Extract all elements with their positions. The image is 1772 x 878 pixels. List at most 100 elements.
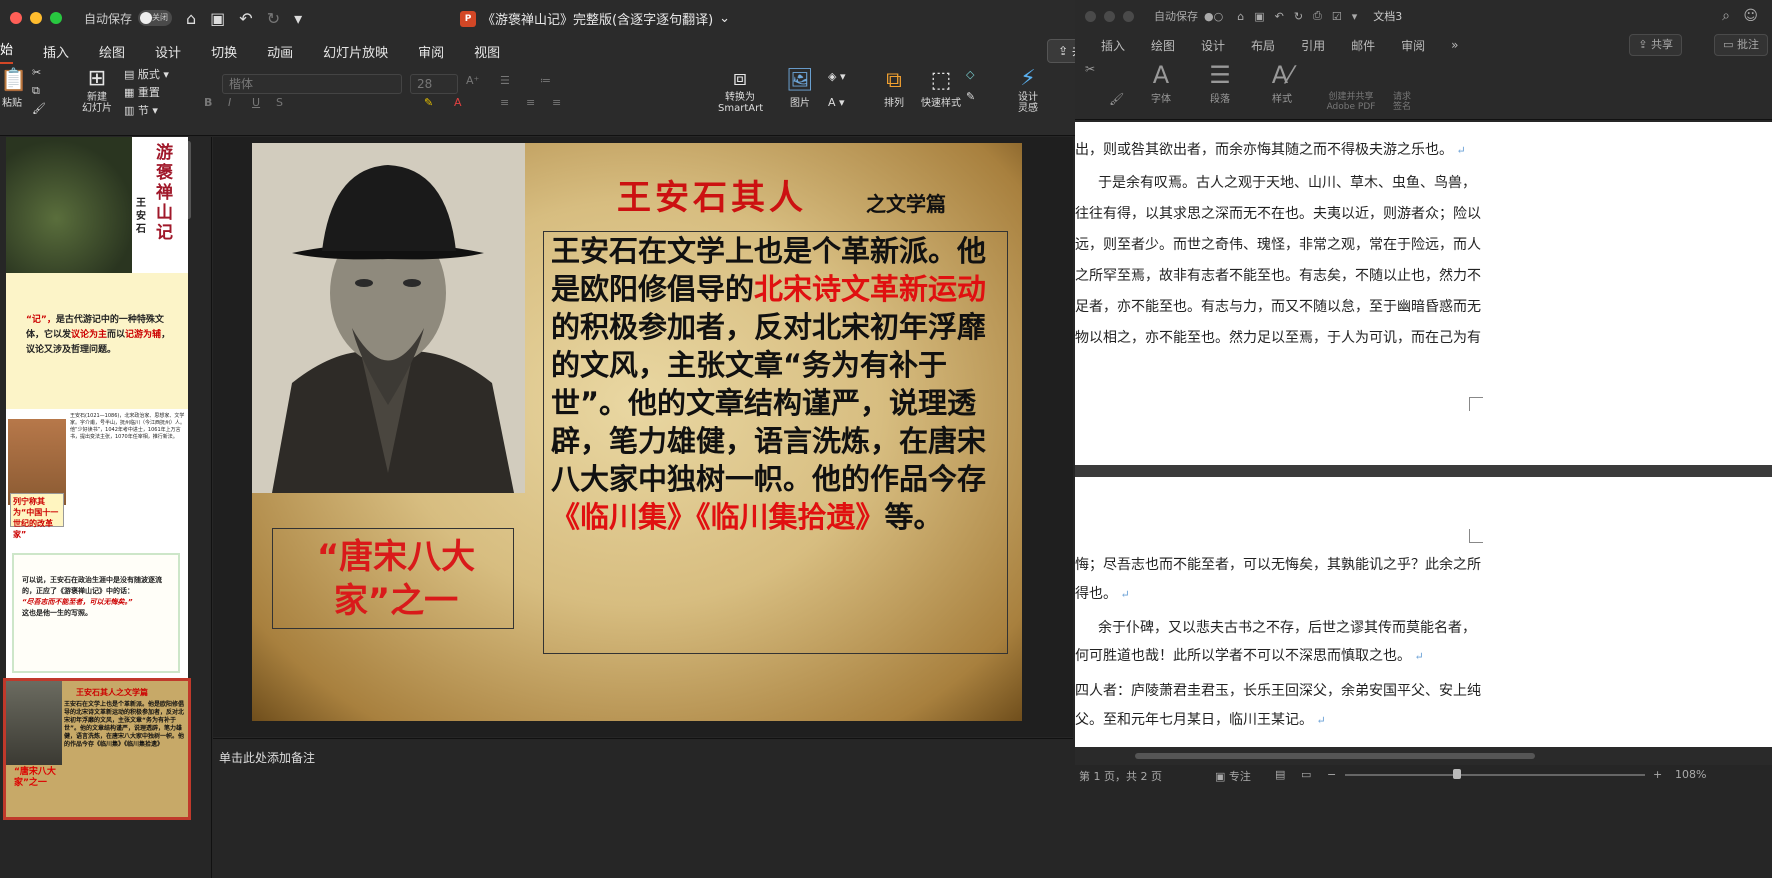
quick-styles-button[interactable]: ⬚ 快速样式 (920, 68, 962, 109)
copy-icon[interactable]: ⧉ (32, 84, 40, 98)
chevron-down-icon[interactable]: ⌄ (719, 11, 730, 26)
tab-home[interactable]: 始 (0, 39, 14, 64)
current-slide[interactable]: 王安石其人 之文学篇 王安石在文学上也是个革新派。他是欧阳修倡导的北宋诗文革新运… (252, 143, 1022, 721)
slide-thumbnail-1[interactable]: 游褒禅山记 王安石 (6, 137, 188, 273)
fullscreen-window-button[interactable] (50, 12, 62, 24)
font-name-input[interactable]: 楷体 (222, 74, 402, 94)
word-cut-icon[interactable]: ✂ (1085, 62, 1095, 76)
textbox-icon[interactable]: A ▾ (828, 96, 845, 109)
print-layout-icon[interactable]: ▤ (1275, 768, 1285, 781)
font-size-input[interactable]: 28 (410, 74, 458, 94)
save-icon[interactable]: ▣ (210, 9, 225, 28)
zoom-out-icon[interactable]: − (1327, 768, 1336, 781)
underline-button[interactable]: U (252, 96, 260, 109)
autosave-toggle[interactable]: 关闭 (138, 10, 173, 26)
word-home-icon[interactable]: ⌂ (1237, 10, 1244, 23)
word-page-2[interactable]: 悔；尽吾志也而不能至者，可以无悔矣，其孰能讥之乎？此余之所 得也。 ↵ 余于仆碑… (1075, 477, 1772, 747)
designer-button[interactable]: ⚡ 设计 灵感 (1012, 66, 1044, 114)
bold-button[interactable]: B (204, 96, 212, 109)
align-left-icon[interactable]: ≡ (500, 96, 509, 109)
align-center-icon[interactable]: ≡ (526, 96, 535, 109)
format-painter-icon[interactable]: 🖌 (32, 102, 46, 115)
slide-thumbnail-3[interactable]: 王安石(1021—1086)，北宋政治家、思想家、文学家。字介甫，号半山，抚州临… (6, 409, 188, 545)
bullets-icon[interactable]: ☰ (500, 74, 510, 87)
word-close-button[interactable] (1085, 10, 1096, 22)
word-tab-mailings[interactable]: 邮件 (1351, 37, 1375, 54)
numbering-icon[interactable]: ≔ (540, 74, 551, 87)
new-slide-button[interactable]: ⊞ 新建 幻灯片 (80, 66, 114, 114)
undo-icon[interactable]: ↶ (239, 9, 252, 28)
align-right-icon[interactable]: ≡ (552, 96, 561, 109)
word-tab-references[interactable]: 引用 (1301, 37, 1325, 54)
picture-button[interactable]: 🖼 图片 (784, 68, 816, 109)
slide-thumbnail-2[interactable]: “记”，是古代游记中的一种特殊文体，它以发议论为主而以记游为辅，议论又涉及哲理问… (6, 273, 188, 409)
word-undo-icon[interactable]: ↶ (1275, 10, 1284, 23)
strikethrough-button[interactable]: S (276, 96, 283, 109)
word-tab-review[interactable]: 审阅 (1401, 37, 1425, 54)
word-format-painter-icon[interactable]: 🖌 (1109, 92, 1124, 106)
word-check-icon[interactable]: ☑ (1332, 10, 1342, 23)
convert-smartart-button[interactable]: ⧈ 转换为 SmartArt (718, 66, 763, 114)
word-scroll-thumb[interactable] (1135, 753, 1535, 759)
word-autosave-toggle[interactable]: ●○ (1204, 10, 1223, 23)
font-grow-icon[interactable]: A⁺ (466, 74, 479, 87)
customize-toolbar-icon[interactable]: ▾ (294, 9, 302, 28)
more-tabs-chevron-icon[interactable]: » (1451, 38, 1458, 52)
close-window-button[interactable] (10, 12, 22, 24)
tab-transitions[interactable]: 切换 (211, 42, 237, 61)
word-redo-icon[interactable]: ↻ (1294, 10, 1303, 23)
word-tab-draw[interactable]: 绘图 (1151, 37, 1175, 54)
layout-button[interactable]: ▤ 版式 ▾ (124, 66, 169, 82)
word-customize-icon[interactable]: ▾ (1352, 10, 1358, 23)
focus-button[interactable]: ▣ 专注 (1215, 768, 1251, 784)
tab-view[interactable]: 视图 (474, 42, 500, 61)
slide-subtitle[interactable]: 之文学篇 (866, 188, 946, 217)
tab-slideshow[interactable]: 幻灯片放映 (323, 42, 388, 61)
word-paragraph-button[interactable]: ☰ 段落 (1203, 60, 1237, 105)
word-share-button[interactable]: ⇪ 共享 (1629, 34, 1682, 56)
tab-draw[interactable]: 绘图 (99, 42, 125, 61)
home-icon[interactable]: ⌂ (186, 9, 196, 28)
body-textbox[interactable]: 王安石在文学上也是个革新派。他是欧阳修倡导的北宋诗文革新运动的积极参加者，反对北… (543, 231, 1008, 654)
arrange-button[interactable]: ⧉ 排列 (876, 68, 912, 109)
notes-pane[interactable]: 单击此处添加备注 (213, 738, 1073, 778)
wang-anshi-portrait[interactable] (252, 143, 525, 493)
word-comments-button[interactable]: ▭ 批注 (1714, 34, 1768, 56)
zoom-slider[interactable] (1345, 774, 1645, 776)
cut-icon[interactable]: ✂ (32, 66, 41, 79)
word-print-icon[interactable]: ⎙ (1313, 9, 1322, 23)
zoom-slider-thumb[interactable] (1453, 769, 1461, 779)
word-tab-design[interactable]: 设计 (1201, 37, 1225, 54)
zoom-level[interactable]: 108% (1675, 768, 1706, 781)
slide-thumbnail-5[interactable]: 王安石其人之文学篇 王安石在文学上也是个革新派。他是欧阳修倡导的北宋诗文革新运动… (3, 678, 191, 820)
create-pdf-button[interactable]: 创建并共享 Adobe PDF (1323, 92, 1379, 112)
word-account-icon[interactable]: ☺ (1743, 8, 1758, 24)
word-minimize-button[interactable] (1104, 10, 1115, 22)
shape-outline-icon[interactable]: ✎ (966, 90, 975, 103)
italic-button[interactable]: I (228, 96, 231, 109)
reset-button[interactable]: ▦ 重置 (124, 84, 160, 100)
shapes-icon[interactable]: ◈ ▾ (828, 70, 845, 83)
word-tab-layout[interactable]: 布局 (1251, 37, 1275, 54)
minimize-window-button[interactable] (30, 12, 42, 24)
slide-thumbnail-4[interactable]: 可以说，王安石在政治生涯中是没有随波逐流的，正应了《游褒禅山记》中的话： “尽吾… (6, 545, 188, 681)
word-styles-button[interactable]: A⁄ 样式 (1265, 60, 1299, 105)
shape-fill-icon[interactable]: ◇ (966, 68, 974, 81)
zoom-in-icon[interactable]: + (1653, 768, 1662, 781)
section-button[interactable]: ▥ 节 ▾ (124, 102, 158, 118)
word-save-icon[interactable]: ▣ (1254, 10, 1264, 23)
word-search-icon[interactable]: ⌕ (1722, 8, 1730, 24)
tab-animations[interactable]: 动画 (267, 42, 293, 61)
word-font-button[interactable]: A 字体 (1145, 60, 1177, 105)
tab-design[interactable]: 设计 (155, 42, 181, 61)
word-tab-insert[interactable]: 插入 (1101, 37, 1125, 54)
slide-title[interactable]: 王安石其人 (617, 170, 807, 219)
tab-insert[interactable]: 插入 (43, 42, 69, 61)
font-color-icon[interactable]: A (454, 96, 462, 109)
callout-textbox[interactable]: “唐宋八大家”之一 (272, 528, 514, 629)
word-horizontal-scrollbar[interactable] (1075, 747, 1772, 765)
redo-icon[interactable]: ↻ (267, 9, 280, 28)
web-layout-icon[interactable]: ▭ (1301, 768, 1311, 781)
paste-button[interactable]: 📋 粘贴 (0, 68, 27, 109)
word-page-1[interactable]: 出，则或咎其欲出者，而余亦悔其随之而不得极夫游之乐也。 ↵ 于是余有叹焉。古人之… (1075, 122, 1772, 465)
